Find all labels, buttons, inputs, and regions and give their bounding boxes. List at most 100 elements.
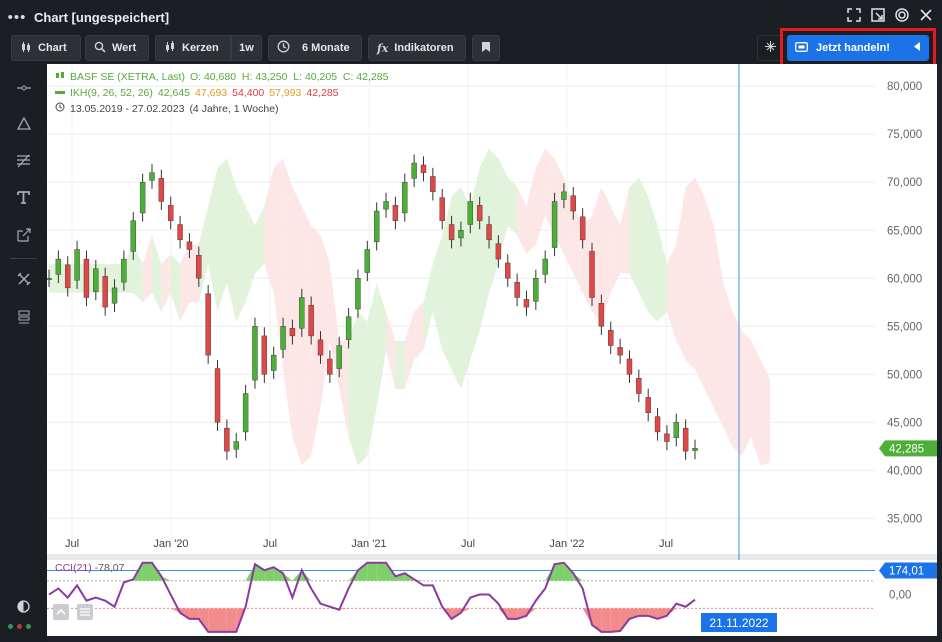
ichimoku-cloud-segment xyxy=(245,206,255,303)
ichimoku-cloud-segment xyxy=(151,235,162,312)
undock-icon[interactable] xyxy=(870,8,886,26)
ikh-value-4: 57,993 xyxy=(269,87,302,99)
close-icon[interactable] xyxy=(918,8,934,26)
candles-legend-icon xyxy=(55,69,65,85)
candle xyxy=(139,182,146,214)
ikh-label: IKH(9, 26, 52, 26) xyxy=(70,87,153,99)
candle xyxy=(224,427,230,452)
candle xyxy=(289,328,296,337)
candle xyxy=(130,220,136,252)
range-button[interactable]: 6 Monate xyxy=(268,35,362,61)
candlestick-icon xyxy=(164,40,176,56)
candle xyxy=(654,416,661,433)
candle xyxy=(158,178,165,202)
fullscreen-icon[interactable] xyxy=(846,8,862,26)
candle xyxy=(327,358,333,375)
ichimoku-cloud-segment xyxy=(685,177,695,370)
ichimoku-cloud-segment xyxy=(610,206,621,293)
candle xyxy=(476,205,483,221)
candle xyxy=(579,216,586,241)
fibonacci-tool-icon[interactable] xyxy=(0,154,47,171)
cci-oversold-fill xyxy=(226,608,237,632)
ichimoku-cloud-segment xyxy=(142,235,152,303)
cci-overbought-fill xyxy=(142,562,152,581)
y-tick-label: 60,000 xyxy=(887,273,922,285)
sparkle-icon xyxy=(764,40,777,56)
candle xyxy=(364,249,371,273)
candle xyxy=(121,258,127,283)
candle xyxy=(682,427,689,452)
candle xyxy=(186,241,193,250)
theme-toggle-icon[interactable] xyxy=(0,600,47,616)
search-icon xyxy=(94,41,106,56)
pane-separator[interactable] xyxy=(47,554,937,560)
candle xyxy=(533,278,539,302)
candle xyxy=(505,262,511,279)
cci-value: -78,07 xyxy=(94,562,125,574)
x-tick-label: Jul xyxy=(461,538,475,550)
price-chart[interactable]: 80,000 75,000 70,000 65,000 60,000 55,000 50,0… xyxy=(47,64,937,636)
candle xyxy=(673,422,679,438)
candles-icon xyxy=(20,41,32,56)
interval-button[interactable]: 1w xyxy=(231,35,262,61)
candle xyxy=(168,205,174,221)
candle xyxy=(495,243,502,260)
ichimoku-cloud-segment xyxy=(695,177,705,389)
candle xyxy=(392,205,399,221)
cci-oversold-fill xyxy=(208,608,218,632)
candle xyxy=(420,164,427,173)
scroll-up-button[interactable] xyxy=(53,604,69,620)
candle xyxy=(270,354,277,371)
wert-button[interactable]: Wert xyxy=(85,35,149,61)
candle xyxy=(598,303,605,327)
ichimoku-cloud-segment xyxy=(741,331,752,456)
line-tool-icon[interactable] xyxy=(0,80,47,95)
candle xyxy=(205,293,211,356)
kerzen-button[interactable]: Kerzen xyxy=(155,35,231,61)
trade-now-button[interactable]: Jetzt handeln! xyxy=(787,35,929,61)
collapse-left-icon xyxy=(914,42,921,54)
candle xyxy=(430,176,436,193)
more-dots-icon[interactable]: ••• xyxy=(0,9,34,26)
chart-type-button[interactable]: Chart xyxy=(11,35,81,61)
candle xyxy=(608,329,614,346)
bookmark-button[interactable] xyxy=(472,35,500,61)
crosshair-date-label: 21.11.2022 xyxy=(709,616,768,630)
text-tool-icon[interactable] xyxy=(0,191,47,207)
target-icon[interactable] xyxy=(894,8,910,26)
template-icon[interactable] xyxy=(0,310,47,327)
indicators-label: Indikatoren xyxy=(394,42,454,54)
ichimoku-cloud-segment xyxy=(620,187,630,274)
chart-area[interactable]: 80,000 75,000 70,000 65,000 60,000 55,000 50,0… xyxy=(47,64,937,636)
ichimoku-cloud-segment xyxy=(676,187,686,360)
trade-now-label: Jetzt handeln! xyxy=(816,42,890,54)
ichimoku-cloud-segment xyxy=(751,340,761,466)
x-tick-label: Jul xyxy=(659,538,673,550)
candle xyxy=(317,339,324,356)
ichimoku-cloud-segment xyxy=(423,263,433,351)
ikh-value-2: 47,693 xyxy=(195,87,228,99)
candle xyxy=(252,326,258,381)
ichimoku-cloud-segment xyxy=(320,235,330,408)
candle xyxy=(636,377,642,394)
ikh-legend-icon xyxy=(55,85,65,101)
y-tick-label: 70,000 xyxy=(887,177,922,189)
ohlc-values: O: 40,680 H: 43,250 L: 40,205 C: 42,285 xyxy=(189,71,389,83)
window-title: Chart [ungespeichert] xyxy=(34,9,170,25)
y-tick-label: 35,000 xyxy=(887,513,922,525)
triangle-tool-icon[interactable] xyxy=(0,116,47,133)
candle xyxy=(448,224,455,241)
ichimoku-cloud-segment xyxy=(732,311,742,456)
candle xyxy=(149,172,155,181)
ikh-value-1: 42,645 xyxy=(157,87,191,99)
annotation-tool-icon[interactable] xyxy=(0,228,47,245)
period-note: (4 Jahre, 1 Woche) xyxy=(189,103,279,115)
interval-label: 1w xyxy=(239,42,254,54)
ichimoku-cloud-segment xyxy=(451,187,461,389)
indicators-button[interactable]: fx Indikatoren xyxy=(368,35,466,61)
ichimoku-cloud-segment xyxy=(357,311,368,466)
candle xyxy=(196,255,202,279)
tools-icon[interactable] xyxy=(0,272,47,289)
ichimoku-cloud-segment xyxy=(760,359,770,466)
ichimoku-cloud-segment xyxy=(161,254,171,312)
